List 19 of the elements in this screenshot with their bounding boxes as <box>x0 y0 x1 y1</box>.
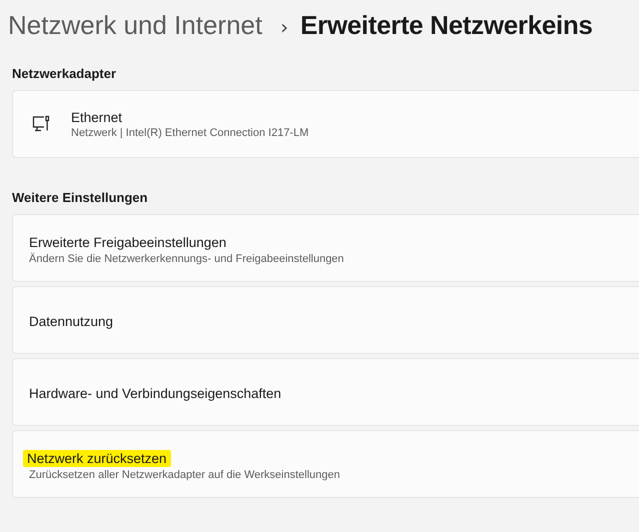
monitor-icon <box>31 114 51 134</box>
breadcrumb-separator: › <box>280 15 288 39</box>
section-heading: Netzwerkadapter <box>12 66 118 81</box>
settings-card[interactable]: Netzwerk zurücksetzen Zurücksetzen aller Netzwerkadapter auf die Werkseinstellungen <box>12 430 639 498</box>
page-title: Erweiterte Netzwerkeins <box>300 10 593 41</box>
adapter-card[interactable]: Ethernet Netzwerk | Intel(R) Ethernet Connection I217-LM <box>12 90 639 158</box>
setting-title: Hardware- und Verbindungseigenschaften <box>29 386 282 400</box>
setting-description: Zurücksetzen aller Netzwerkadapter auf die Werkseinstellungen <box>29 468 340 480</box>
adapter-description: Netzwerk | Intel(R) Ethernet Connection I217-LM <box>71 126 309 138</box>
settings-card[interactable]: Datennutzung <box>12 286 639 354</box>
setting-description: Ändern Sie die Netzwerkerkennungs- und Freigabeeinstellungen <box>29 252 344 264</box>
setting-title: Erweiterte Freigabeeinstellungen <box>29 234 226 250</box>
settings-card[interactable]: Erweiterte Freigabeeinstellungen Ändern Sie die Netzwerkerkennungs- und Freigabeeinstellungen <box>12 214 639 282</box>
setting-title: Datennutzung <box>29 314 114 328</box>
section-heading: Weitere Einstellungen <box>12 190 149 205</box>
adapter-name: Ethernet <box>71 110 124 124</box>
settings-card[interactable]: Hardware- und Verbindungseigenschaften <box>12 358 639 426</box>
breadcrumb-parent[interactable]: Netzwerk und Internet <box>8 10 262 41</box>
setting-title: Netzwerk zurücksetzen <box>23 450 171 466</box>
